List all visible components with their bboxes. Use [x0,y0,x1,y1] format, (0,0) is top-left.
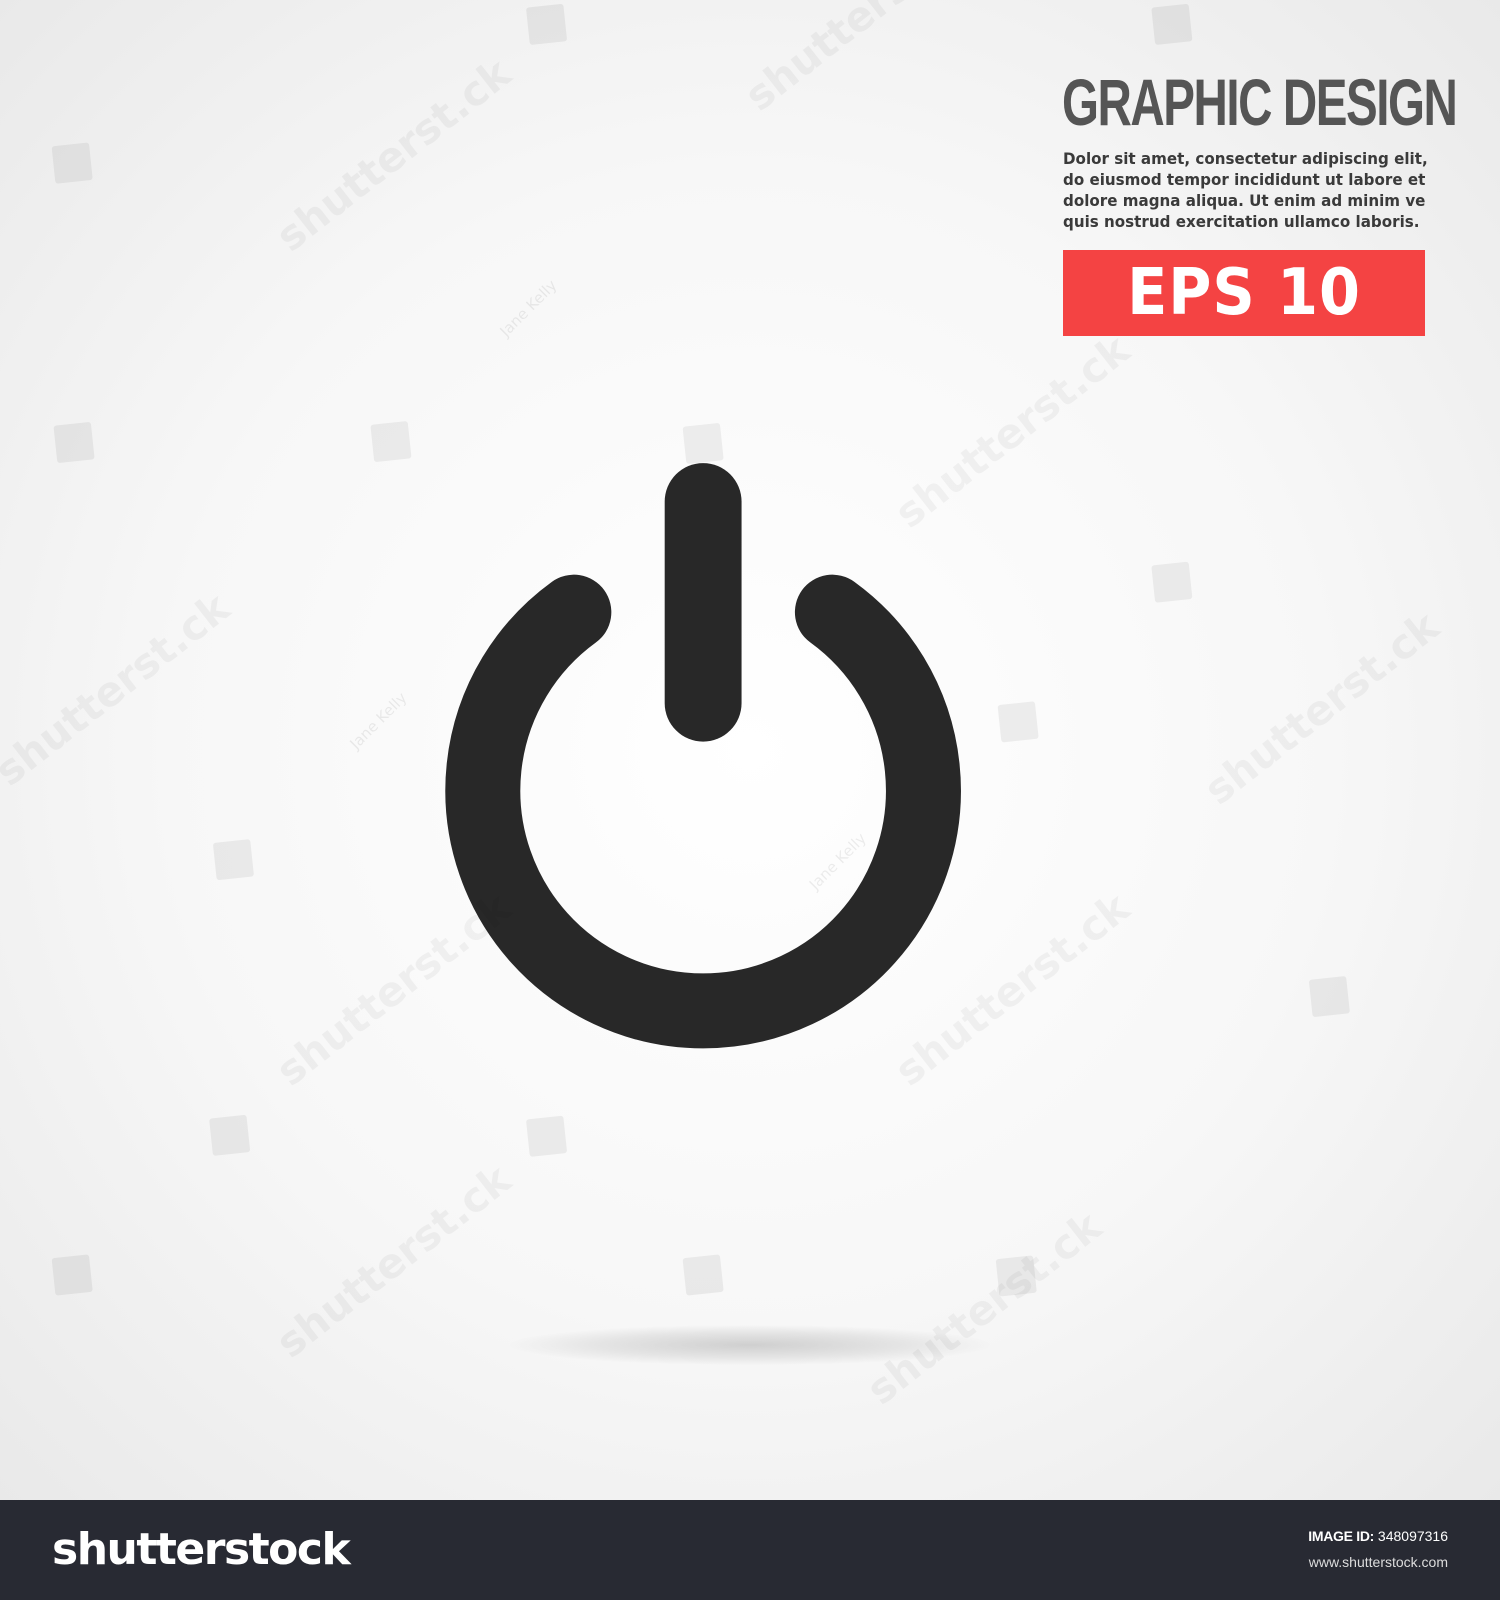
image-id-label: IMAGE ID: [1308,1528,1375,1544]
image-id: IMAGE ID: 348097316 [1308,1528,1448,1544]
site-url[interactable]: www.shutterstock.com [1309,1554,1448,1570]
stock-image-canvas: GRAPHIC DESIGN Dolor sit amet, consectet… [0,0,1500,1500]
power-icon [445,463,961,1049]
shutterstock-logo[interactable]: shutterstock [52,1524,351,1575]
image-id-value: 348097316 [1377,1528,1448,1544]
